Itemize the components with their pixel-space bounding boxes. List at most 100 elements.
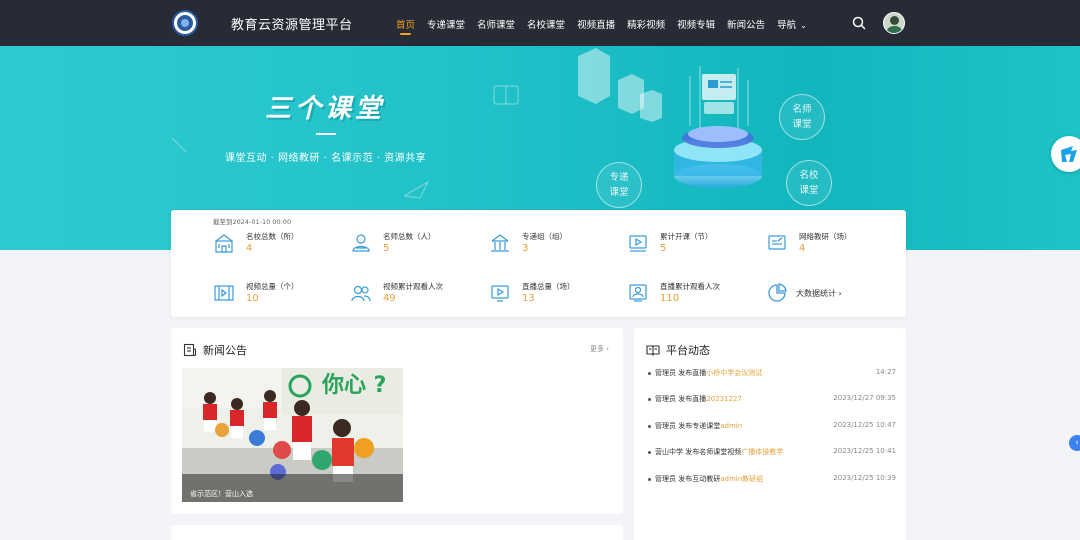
main-nav: 首页 专递课堂 名师课堂 名校课堂 视频直播 精彩视频 视频专辑 新闻公告 导航… [396,17,819,35]
dynamics-item-link[interactable]: admin教研组 [720,475,763,483]
stat-label: 名师总数（人） [383,232,436,241]
bubble-famous-school-line2: 课堂 [799,185,819,196]
floating-service-widget[interactable] [1051,136,1080,172]
dynamics-item-link[interactable]: 20231227 [706,395,742,403]
stat-dedicated-groups: 专递组（组） 3 [489,230,619,264]
bullet-dot [648,478,651,481]
nav-famous-teacher[interactable]: 名师课堂 [477,17,515,31]
banner-subtitle: 课堂互动 · 网络教研 · 名课示范 · 资源共享 [225,153,427,164]
nav-video-album[interactable]: 视频专辑 [677,17,715,31]
bullet-dot [648,451,651,454]
stat-value: 5 [383,243,390,254]
book-icon [646,345,660,357]
statistics-card: 截至到2024-01-10 00:00 名校总数（所） 4 名师总数（人） 5 … [171,210,906,317]
bubble-famous-teacher-line2: 课堂 [792,119,812,130]
news-photo-caption: 省示范区！营山入选 [182,474,403,502]
teacher-icon [352,234,370,252]
video-lesson-icon [629,235,647,252]
dynamics-item[interactable]: 管理员 发布直播20231227 2023/12/27 09:35 [646,394,896,406]
bullet-dot [648,425,651,428]
photo-sign-text: 你心 ? [321,373,386,398]
stat-total-lessons: 累计开课（节） 5 [627,230,757,264]
dynamics-item-prefix: 管理员 发布直播 [655,369,707,377]
stat-label: 累计开课（节） [660,232,713,241]
dynamics-item[interactable]: 管理员 发布直播小桥中学会议测试 14:27 [646,368,896,380]
dynamics-item-link[interactable]: 广播体操教学 [741,448,783,456]
dynamics-item-time: 2023/12/25 10:47 [833,421,896,429]
banner-divider [316,133,336,135]
live-icon [491,285,509,302]
stat-value: 13 [522,293,535,304]
bubble-famous-school[interactable]: 名校 课堂 [786,160,832,206]
site-logo[interactable] [172,10,198,36]
stats-date-note: 截至到2024-01-10 00:00 [213,218,292,226]
big-data-link-label: 大数据统计 › [796,289,842,298]
dynamics-item-link[interactable]: admin [720,422,742,430]
nav-news[interactable]: 新闻公告 [727,17,765,31]
stat-label: 网络教研（场） [799,232,852,241]
user-avatar[interactable] [883,12,905,34]
stat-video-views: 视频累计观看人次 49 [350,280,480,314]
stat-value: 3 [522,243,529,254]
nav-dedicated-classroom[interactable]: 专递课堂 [427,17,465,31]
news-photo[interactable]: 你心 ? 省示范区！营山入选 [182,368,403,502]
dynamics-panel-header: 平台动态 [646,342,710,358]
dynamics-item-time: 2023/12/27 09:35 [833,394,896,402]
stat-big-data-link[interactable]: 大数据统计 › [766,280,896,314]
news-more-link[interactable]: 更多 › [590,344,609,354]
stat-label: 视频累计观看人次 [383,282,443,291]
stat-label: 视频总量（个） [246,282,299,291]
service-icon [1061,146,1077,162]
bubble-famous-teacher-line1: 名师 [792,104,812,115]
stat-label: 直播总量（场） [522,282,575,291]
dynamics-item[interactable]: 管理员 发布专递课堂admin 2023/12/25 10:47 [646,421,896,433]
stat-value: 10 [246,293,259,304]
banner-title: 三个课堂 [265,94,386,124]
stat-total-lives: 直播总量（场） 13 [489,280,619,314]
dynamics-item-prefix: 管理员 发布专递课堂 [655,422,721,430]
bullet-dot [648,398,651,401]
pie-chart-icon [768,283,787,302]
dynamics-item[interactable]: 营山中学 发布名师课堂视频广播体操教学 2023/12/25 10:41 [646,447,896,459]
nav-famous-school[interactable]: 名校课堂 [527,17,565,31]
stat-value: 5 [660,243,667,254]
search-icon[interactable] [851,15,867,31]
nav-live-video[interactable]: 视频直播 [577,17,615,31]
bullet-dot [648,372,651,375]
stat-live-views: 直播累计观看人次 110 [627,280,757,314]
bubble-dedicated-line2: 课堂 [609,187,629,198]
site-title[interactable]: 教育云资源管理平台 [231,14,353,33]
stat-value: 49 [383,293,396,304]
stat-value: 4 [799,243,806,254]
dynamics-item-prefix: 营山中学 发布名师课堂视频 [655,448,742,456]
chevron-down-icon: ⌄ [800,21,807,30]
stat-value: 4 [246,243,253,254]
bubble-dedicated-classroom[interactable]: 专递 课堂 [596,162,642,208]
live-viewers-icon [629,284,647,302]
stat-label: 专递组（组） [522,232,567,241]
dynamics-panel-title: 平台动态 [666,344,710,357]
stat-label: 名校总数（所） [246,232,299,241]
stat-online-research: 网络教研（场） 4 [766,230,896,264]
bubble-famous-school-line1: 名校 [799,170,819,181]
news-icon [183,343,197,357]
dynamics-item[interactable]: 管理员 发布互动教研admin教研组 2023/12/25 10:39 [646,474,896,486]
scroll-left-button[interactable]: ‹ [1069,435,1080,451]
nav-guide-dropdown[interactable]: 导航 ⌄ [777,17,807,31]
classroom-icon [491,234,509,252]
stat-value: 110 [660,293,680,304]
dynamics-item-prefix: 管理员 发布直播 [655,395,707,403]
dynamics-item-time: 2023/12/25 10:39 [833,474,896,482]
chevron-left-icon: ‹ [1075,438,1079,448]
dynamics-item-time: 2023/12/25 10:41 [833,447,896,455]
news-panel-header: 新闻公告 [183,342,247,358]
bubble-famous-teacher[interactable]: 名师 课堂 [779,94,825,140]
nav-home[interactable]: 首页 [396,17,415,35]
nav-guide-label: 导航 [777,20,797,31]
dynamics-item-prefix: 管理员 发布互动教研 [655,475,721,483]
nav-featured-video[interactable]: 精彩视频 [627,17,665,31]
stat-famous-schools: 名校总数（所） 4 [213,230,343,264]
news-panel-title: 新闻公告 [203,344,247,357]
dynamics-item-link[interactable]: 小桥中学会议测试 [706,369,762,377]
stat-label: 直播累计观看人次 [660,282,720,291]
